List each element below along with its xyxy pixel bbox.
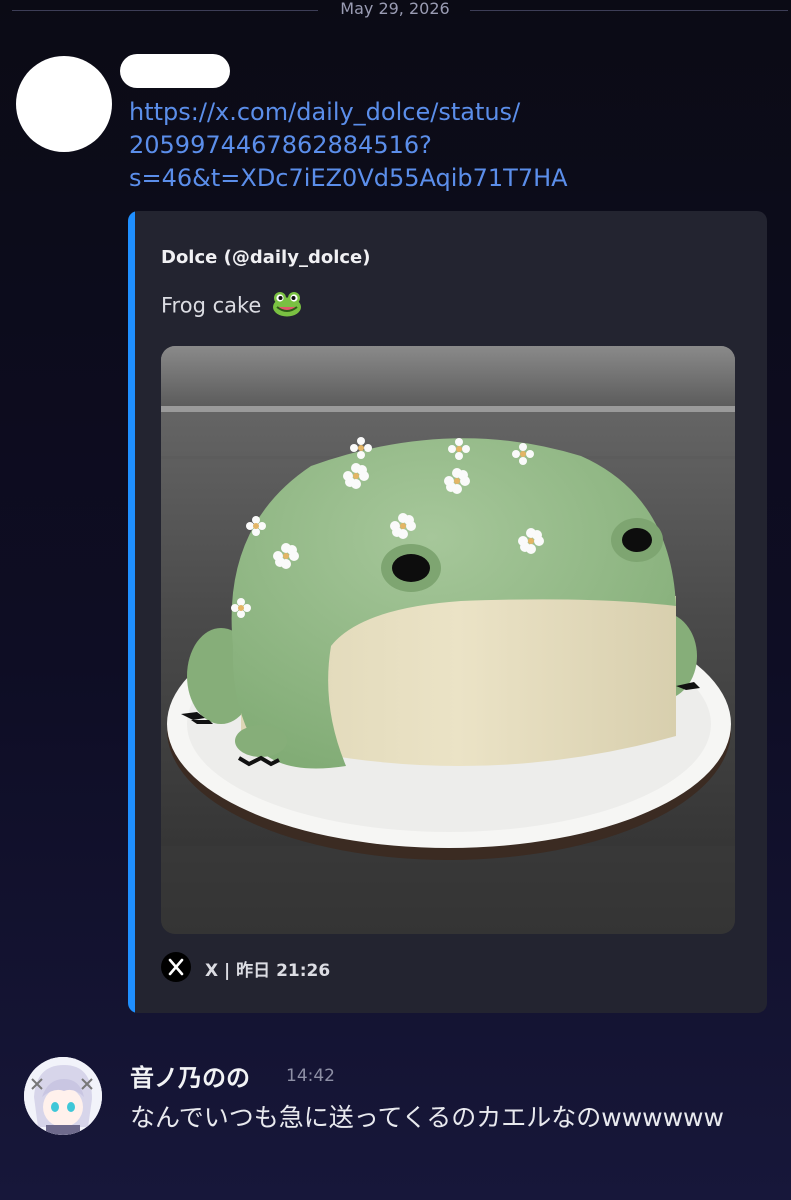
username[interactable]: 音ノ乃のの (130, 1058, 250, 1093)
embed-description-text: Frog cake (161, 293, 262, 318)
user-avatar-redacted[interactable] (16, 56, 112, 152)
frog-cake-photo[interactable] (161, 346, 735, 934)
username-redacted[interactable] (120, 54, 230, 88)
embed-author[interactable]: Dolce (@daily_dolce) (161, 247, 370, 268)
frog-emoji-icon (272, 291, 302, 322)
embed-accent-bar (128, 211, 135, 1013)
message-link[interactable]: https://x.com/daily_dolce/status/ 205997… (129, 96, 749, 195)
embed-description: Frog cake (161, 291, 302, 322)
divider-date: May 29, 2026 (340, 0, 450, 18)
link-line-3: s=46&t=XDc7iEZ0Vd55Aqib71T7HA (129, 164, 568, 192)
link-embed: Dolce (@daily_dolce) Frog cake X | 昨日 21… (128, 211, 767, 1013)
link-line-2: 2059974467862884516? (129, 131, 432, 159)
divider-line-left (12, 10, 318, 11)
divider-line-right (470, 10, 788, 11)
user-avatar[interactable] (24, 1057, 102, 1135)
message-text: なんでいつも急に送ってくるのカエルなのwwwwww (130, 1103, 724, 1132)
embed-footer-text: X | 昨日 21:26 (205, 961, 331, 981)
message-timestamp: 14:42 (286, 1066, 335, 1086)
x-logo-icon (161, 952, 191, 982)
link-line-1: https://x.com/daily_dolce/status/ (129, 98, 521, 126)
date-divider: May 29, 2026 (0, 0, 791, 22)
